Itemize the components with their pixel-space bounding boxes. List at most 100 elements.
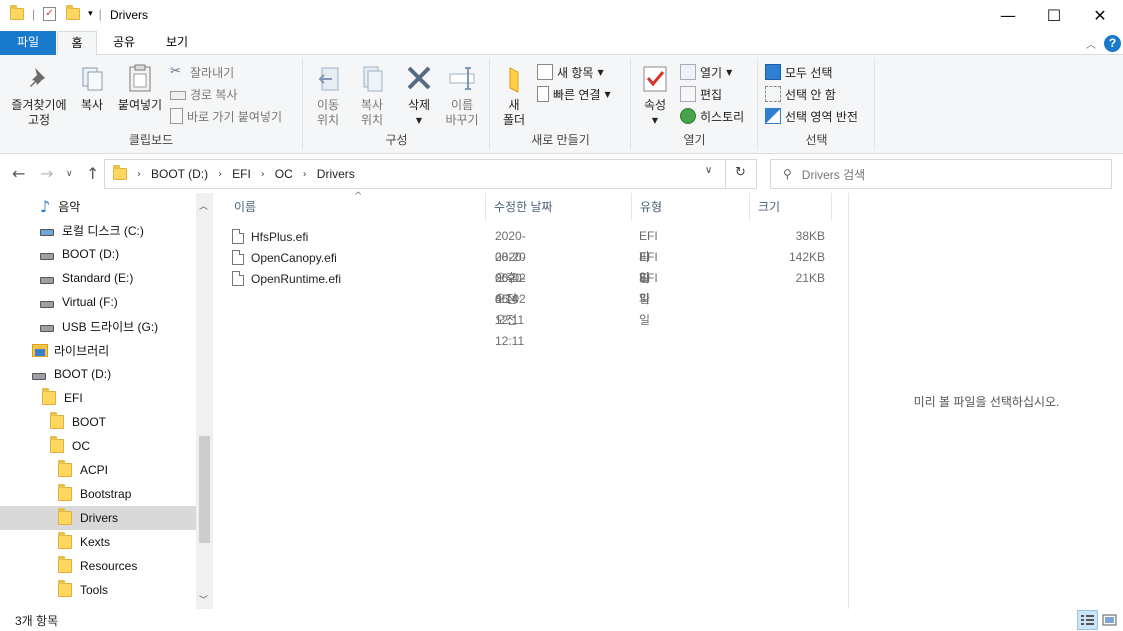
tree-item-kexts[interactable]: Kexts (58, 530, 110, 554)
refresh-icon[interactable]: ↻ (735, 165, 746, 180)
maximize-button[interactable]: ☐ (1031, 0, 1077, 31)
open-button[interactable]: 열기 ▼ (680, 62, 732, 82)
tree-label: BOOT (D:) (54, 367, 112, 381)
tree-item-oc[interactable]: OC (50, 434, 90, 458)
delete-label: 삭제 (407, 98, 431, 112)
tree-label: 음악 (58, 199, 81, 214)
tree-item-acpi[interactable]: ACPI (58, 458, 108, 482)
nav-scrollbar[interactable] (196, 193, 213, 609)
new-item-button[interactable]: 새 항목 ▼ (537, 62, 604, 82)
properties-label: 속성 (643, 98, 667, 112)
preview-message: 미리 볼 파일을 선택하십시오. (913, 394, 1060, 409)
column-header-size[interactable]: 크기 (750, 193, 832, 221)
cut-button[interactable]: ✂ 잘라내기 (170, 62, 234, 82)
collapse-ribbon-icon[interactable]: ︿ (1086, 36, 1096, 51)
edit-button[interactable]: 편집 (680, 84, 722, 104)
tree-label: ACPI (80, 463, 109, 477)
tree-item-drive-c[interactable]: 로컬 디스크 (C:) (40, 218, 144, 242)
tab-share[interactable]: 공유 (102, 31, 146, 55)
forward-button[interactable]: → (40, 164, 53, 183)
tree-item-drive-e[interactable]: Standard (E:) (40, 266, 133, 290)
column-header-date[interactable]: 수정한 날짜 (486, 193, 632, 221)
details-view-button[interactable] (1077, 610, 1098, 630)
preview-divider[interactable] (848, 193, 849, 609)
copy-path-button[interactable]: 경로 복사 (170, 84, 238, 104)
select-none-button[interactable]: 선택 안 함 (765, 84, 836, 104)
help-icon[interactable]: ? (1104, 35, 1121, 52)
rename-button[interactable]: 이름 바꾸기 (442, 62, 482, 128)
file-size: 142KB (788, 250, 825, 264)
file-type: EFI 파일 (639, 250, 658, 306)
column-header-type[interactable]: 유형 (632, 193, 750, 221)
breadcrumb-boot-drive[interactable]: BOOT (D:) (151, 167, 208, 181)
file-icon (232, 250, 244, 265)
back-button[interactable]: ← (12, 164, 25, 183)
tab-home[interactable]: 홈 (57, 31, 97, 56)
address-dropdown-icon[interactable]: ∨ (705, 165, 712, 176)
new-folder-quick-icon[interactable] (66, 5, 81, 20)
breadcrumb-oc[interactable]: OC (275, 167, 293, 181)
copy-button[interactable]: 복사 (74, 62, 110, 113)
pin-quick-access-button[interactable]: 즐겨찾기에 고정 (6, 62, 72, 128)
tree-item-drivers[interactable]: Drivers (0, 506, 196, 530)
easy-access-button[interactable]: 빠른 연결 ▼ (537, 84, 611, 104)
folder-icon (42, 388, 56, 405)
folder-icon (58, 508, 72, 525)
tree-item-drive-d[interactable]: BOOT (D:) (40, 242, 119, 266)
file-row[interactable]: HfsPlus.efi 2020-08-20 오후 4:14 EFI 파일 38… (232, 226, 825, 306)
recent-locations-icon[interactable]: ∨ (66, 169, 73, 179)
tree-item-drive-f[interactable]: Virtual (F:) (40, 290, 118, 314)
column-header-name[interactable]: 이름 (226, 193, 486, 221)
tab-file[interactable]: 파일 (0, 31, 56, 55)
tree-label: Drivers (80, 511, 118, 525)
properties-quick-icon[interactable]: ✓ (43, 7, 57, 21)
breadcrumb-drivers[interactable]: Drivers (317, 167, 355, 181)
new-folder-button[interactable]: 새 폴더 (497, 62, 531, 128)
tree-item-bootstrap[interactable]: Bootstrap (58, 482, 131, 506)
nav-scrollbar-thumb[interactable] (199, 436, 210, 543)
drive-icon (40, 324, 54, 332)
drive-icon (32, 372, 46, 380)
paste-shortcut-button[interactable]: 바로 가기 붙여넣기 (170, 106, 282, 126)
scroll-down-icon[interactable]: ﹀ (199, 593, 208, 606)
edit-icon (680, 86, 696, 102)
close-button[interactable]: ✕ (1077, 0, 1123, 31)
paste-button[interactable]: 붙여넣기 (114, 62, 166, 113)
tree-item-boot-folder[interactable]: BOOT (50, 410, 106, 434)
breadcrumb-efi[interactable]: EFI (232, 167, 251, 181)
tree-item-music[interactable]: ♪ 음악 (40, 194, 80, 218)
tree-label: 라이브러리 (54, 343, 110, 358)
ribbon: 즐겨찾기에 고정 복사 붙여넣기 ✂ 잘라내기 경로 복사 바로 가기 붙여넣기 (0, 55, 1123, 154)
rename-icon (446, 62, 478, 94)
minimize-button[interactable]: — (985, 0, 1031, 31)
properties-button[interactable]: 속성 ▼ (638, 62, 672, 128)
large-icons-view-button[interactable] (1099, 610, 1120, 630)
music-icon: ♪ (40, 196, 51, 216)
tree-item-drive-g[interactable]: USB 드라이브 (G:) (40, 314, 158, 338)
up-button[interactable]: ↑ (86, 164, 99, 183)
file-row[interactable]: OpenRuntime.efi 2020-06-02 오전 12:11 EFI … (232, 268, 825, 348)
tree-item-boot-drive[interactable]: BOOT (D:) (32, 362, 111, 386)
customize-toolbar-icon[interactable]: ▾ (88, 9, 93, 19)
clipboard-group: 즐겨찾기에 고정 복사 붙여넣기 ✂ 잘라내기 경로 복사 바로 가기 붙여넣기 (0, 58, 303, 150)
history-button[interactable]: 히스토리 (680, 106, 744, 126)
move-to-button[interactable]: 이동 위치 (308, 62, 348, 128)
easy-access-dropdown-icon: ▼ (604, 89, 611, 99)
tree-item-tools[interactable]: Tools (58, 578, 108, 602)
file-name: OpenCanopy.efi (251, 250, 337, 265)
select-all-label: 모두 선택 (785, 65, 833, 80)
invert-selection-button[interactable]: 선택 영역 반전 (765, 106, 858, 126)
rename-label-2: 바꾸기 (445, 113, 479, 127)
rename-label-1: 이름 (450, 98, 474, 112)
file-row[interactable]: OpenCanopy.efi 2020-06-02 오전 12:11 EFI 파… (232, 247, 825, 327)
tab-view[interactable]: 보기 (155, 31, 199, 55)
search-box[interactable]: ⚲ Drivers 검색 (770, 159, 1112, 189)
tree-item-resources[interactable]: Resources (58, 554, 137, 578)
tree-item-libraries[interactable]: 라이브러리 (32, 338, 109, 362)
address-bar[interactable]: › BOOT (D:) › EFI › OC › Drivers ∨ ↻ (104, 159, 757, 189)
copy-to-button[interactable]: 복사 위치 (352, 62, 392, 128)
scroll-up-icon[interactable]: ︿ (199, 199, 208, 212)
select-all-button[interactable]: 모두 선택 (765, 62, 833, 82)
tree-item-efi[interactable]: EFI (42, 386, 83, 410)
delete-button[interactable]: 삭제 ▼ (402, 62, 436, 128)
